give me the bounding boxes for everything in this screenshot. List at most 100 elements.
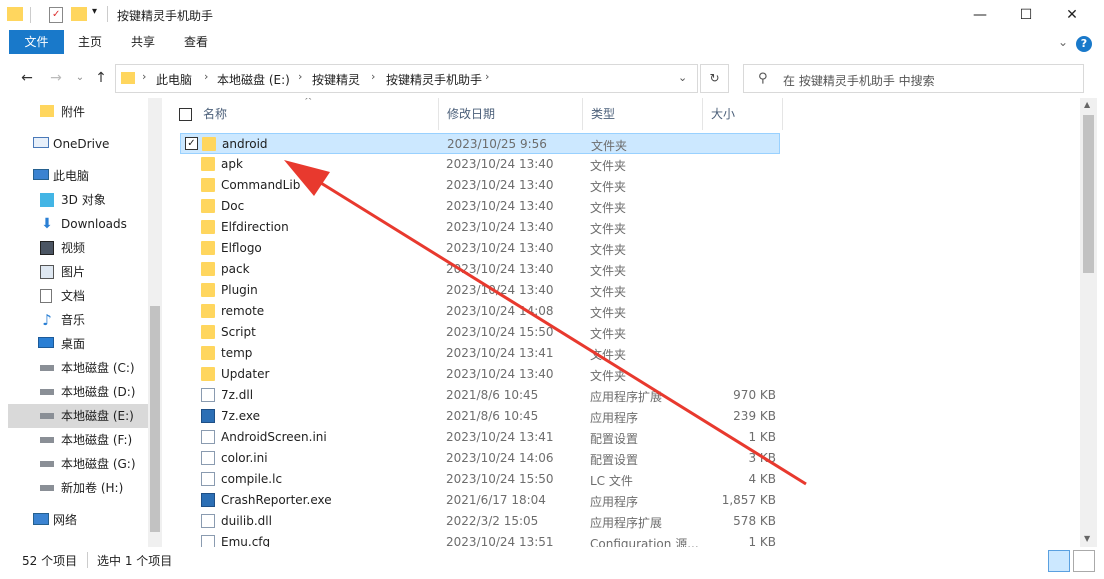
file-row[interactable]: CommandLib 2023/10/24 13:40 文件夹: [180, 175, 780, 196]
computer-icon: [33, 169, 49, 180]
quick-access-dropdown-icon[interactable]: ▾: [92, 6, 97, 17]
file-date: 2023/10/24 13:40: [446, 220, 554, 234]
folder-icon: [201, 220, 215, 234]
sidebar-item-documents[interactable]: 文档: [8, 284, 148, 308]
navigation-bar: ← → ⌄ ↑ › 此电脑 › 本地磁盘 (E:) › 按键精灵 › 按键精灵手…: [0, 60, 1104, 96]
folder-icon: [201, 283, 215, 297]
breadcrumb-this-pc[interactable]: 此电脑: [156, 71, 192, 88]
sidebar-item-drive-g[interactable]: 本地磁盘 (G:): [8, 452, 148, 476]
sidebar-item-network[interactable]: 网络: [8, 508, 148, 532]
file-row[interactable]: 7z.dll 2021/8/6 10:45 应用程序扩展 970 KB: [180, 385, 780, 406]
drive-icon: [40, 461, 54, 467]
folder-icon: [202, 137, 216, 151]
file-row[interactable]: Plugin 2023/10/24 13:40 文件夹: [180, 280, 780, 301]
tab-file[interactable]: 文件: [9, 30, 64, 54]
file-row[interactable]: Emu.cfg 2023/10/24 13:51 Configuration 源..…: [180, 532, 780, 547]
breadcrumb-separator-icon: ›: [142, 70, 147, 83]
row-checkbox[interactable]: ✓: [185, 137, 198, 150]
file-date: 2023/10/24 14:08: [446, 304, 554, 318]
ribbon-expand-icon[interactable]: ⌄: [1055, 30, 1071, 54]
tab-share[interactable]: 共享: [123, 30, 163, 54]
file-date: 2023/10/24 13:40: [446, 178, 554, 192]
breadcrumb-drive-e[interactable]: 本地磁盘 (E:): [217, 71, 290, 88]
folder-icon: [201, 241, 215, 255]
file-row[interactable]: pack 2023/10/24 13:40 文件夹: [180, 259, 780, 280]
file-row[interactable]: remote 2023/10/24 14:08 文件夹: [180, 301, 780, 322]
ribbon-tabs: 文件 主页 共享 查看 ⌄ ?: [0, 30, 1104, 56]
file-row[interactable]: Script 2023/10/24 15:50 文件夹: [180, 322, 780, 343]
documents-icon: [40, 289, 52, 303]
sidebar-item-attachments[interactable]: 附件: [8, 100, 148, 124]
file-row[interactable]: Elflogo 2023/10/24 13:40 文件夹: [180, 238, 780, 259]
file-row[interactable]: 7z.exe 2021/8/6 10:45 应用程序 239 KB: [180, 406, 780, 427]
file-list-scrollbar-thumb[interactable]: [1083, 115, 1094, 273]
forward-button[interactable]: →: [46, 68, 66, 88]
file-row[interactable]: AndroidScreen.ini 2023/10/24 13:41 配置设置 1 K…: [180, 427, 780, 448]
file-row[interactable]: Updater 2023/10/24 13:40 文件夹: [180, 364, 780, 385]
file-row[interactable]: compile.lc 2023/10/24 15:50 LC 文件 4 KB: [180, 469, 780, 490]
properties-icon[interactable]: ✓: [49, 7, 63, 23]
column-header-date[interactable]: 修改日期: [439, 98, 583, 130]
recent-locations-icon[interactable]: ⌄: [70, 68, 90, 88]
column-header-size[interactable]: 大小: [703, 98, 783, 130]
up-button[interactable]: ↑: [91, 68, 111, 88]
breadcrumb-separator-icon: ›: [204, 70, 209, 83]
scroll-up-icon[interactable]: ▲: [1084, 100, 1090, 109]
sidebar-item-label: 本地磁盘 (F:): [61, 433, 133, 447]
new-folder-icon[interactable]: [71, 7, 87, 21]
sidebar-scrollbar-thumb[interactable]: [150, 306, 160, 532]
sidebar-item-desktop[interactable]: 桌面: [8, 332, 148, 356]
file-type: 文件夹: [590, 222, 627, 236]
file-row[interactable]: temp 2023/10/24 13:41 文件夹: [180, 343, 780, 364]
file-name: Elflogo: [221, 241, 262, 255]
sidebar-item-this-pc[interactable]: 此电脑: [8, 164, 148, 188]
minimize-button[interactable]: —: [957, 0, 1003, 30]
maximize-button[interactable]: ☐: [1003, 0, 1049, 30]
refresh-button[interactable]: ↻: [700, 64, 729, 93]
tab-home[interactable]: 主页: [70, 30, 110, 54]
column-header-name[interactable]: 名称: [195, 98, 439, 130]
address-dropdown-icon[interactable]: ⌄: [678, 71, 687, 84]
file-row[interactable]: duilib.dll 2022/3/2 15:05 应用程序扩展 578 KB: [180, 511, 780, 532]
file-row[interactable]: Elfdirection 2023/10/24 13:40 文件夹: [180, 217, 780, 238]
sidebar-item-3d-objects[interactable]: 3D 对象: [8, 188, 148, 212]
sidebar-item-drive-h[interactable]: 新加卷 (H:): [8, 476, 148, 500]
address-bar[interactable]: › 此电脑 › 本地磁盘 (E:) › 按键精灵 › 按键精灵手机助手 › ⌄: [115, 64, 698, 93]
file-size: 4 KB: [748, 472, 776, 486]
sidebar-item-drive-f[interactable]: 本地磁盘 (F:): [8, 428, 148, 452]
search-input[interactable]: ⚲ 在 按键精灵手机助手 中搜索: [743, 64, 1084, 93]
details-view-button[interactable]: [1048, 550, 1070, 572]
breadcrumb-folder[interactable]: 按键精灵: [312, 71, 360, 88]
title-bar: ✓ ▾ 按键精灵手机助手 — ☐ ✕: [0, 0, 1104, 30]
select-all-checkbox[interactable]: [179, 108, 192, 121]
breadcrumb-current[interactable]: 按键精灵手机助手: [386, 71, 482, 88]
file-date: 2022/3/2 15:05: [446, 514, 539, 528]
file-icon: [201, 472, 215, 486]
file-size: 3 KB: [748, 451, 776, 465]
file-row[interactable]: CrashReporter.exe 2021/6/17 18:04 应用程序 1,85…: [180, 490, 780, 511]
back-button[interactable]: ←: [17, 68, 37, 88]
sidebar-item-onedrive[interactable]: OneDrive: [8, 132, 148, 156]
sidebar-item-downloads[interactable]: ⬇ Downloads: [8, 212, 148, 236]
sidebar-item-drive-c[interactable]: 本地磁盘 (C:): [8, 356, 148, 380]
file-row[interactable]: color.ini 2023/10/24 14:06 配置设置 3 KB: [180, 448, 780, 469]
sidebar-item-drive-d[interactable]: 本地磁盘 (D:): [8, 380, 148, 404]
help-icon[interactable]: ?: [1076, 36, 1092, 52]
file-date: 2023/10/24 13:40: [446, 157, 554, 171]
file-type: 配置设置: [590, 432, 639, 446]
file-row[interactable]: Doc 2023/10/24 13:40 文件夹: [180, 196, 780, 217]
file-row[interactable]: ✓ android 2023/10/25 9:56 文件夹: [180, 133, 780, 154]
divider: [30, 7, 31, 23]
close-button[interactable]: ✕: [1049, 0, 1095, 30]
scroll-down-icon[interactable]: ▼: [1084, 534, 1090, 543]
column-header-type[interactable]: 类型: [583, 98, 703, 130]
file-row[interactable]: apk 2023/10/24 13:40 文件夹: [180, 154, 780, 175]
file-name: CrashReporter.exe: [221, 493, 332, 507]
sidebar-item-music[interactable]: ♪ 音乐: [8, 308, 148, 332]
tab-view[interactable]: 查看: [176, 30, 216, 54]
sidebar-item-drive-e[interactable]: 本地磁盘 (E:): [8, 404, 148, 428]
folder-icon: [201, 199, 215, 213]
sidebar-item-pictures[interactable]: 图片: [8, 260, 148, 284]
sidebar-item-videos[interactable]: 视频: [8, 236, 148, 260]
large-icons-view-button[interactable]: [1073, 550, 1095, 572]
